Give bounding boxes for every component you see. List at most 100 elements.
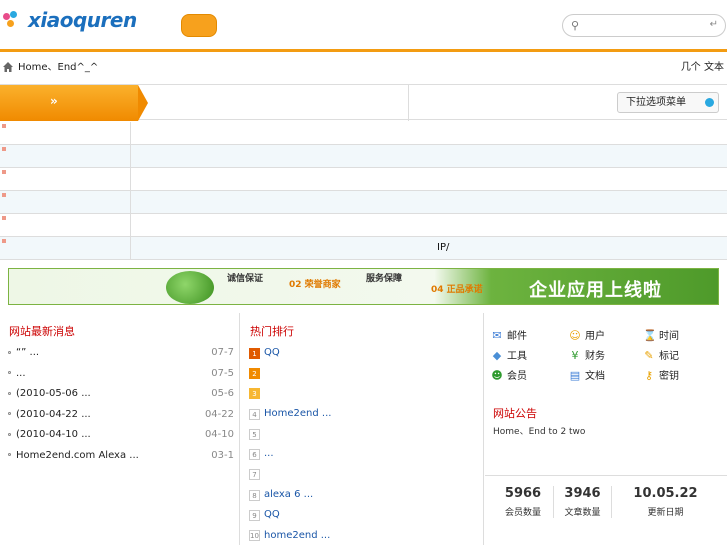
- ranking-item[interactable]: 1 QQ: [249, 343, 481, 363]
- banner-headline: 企业应用上线啦: [529, 280, 662, 301]
- banner-point-4: 04 正品承诺: [431, 285, 483, 295]
- rank-number: 9: [249, 510, 260, 522]
- tool-label: 财务: [585, 351, 605, 362]
- tool-label: 时间: [659, 331, 679, 342]
- grid-row: [0, 145, 727, 168]
- ranking-item[interactable]: 2: [249, 363, 481, 383]
- corner-marker-icon: [2, 239, 6, 243]
- row-lead: [0, 168, 131, 190]
- rank-number: 5: [249, 428, 260, 440]
- tool-item[interactable]: ✎ 标记: [643, 349, 717, 365]
- row-lead: [0, 122, 131, 144]
- user-icon: ☺: [569, 329, 581, 342]
- stat-updated: 10.05.22 更新日期: [611, 486, 719, 518]
- header-orange-button[interactable]: [181, 14, 217, 37]
- tool-item[interactable]: ✉ 邮件: [491, 329, 565, 345]
- tool-item[interactable]: ◆ 工具: [491, 349, 565, 365]
- globe-icon: [166, 271, 214, 304]
- news-item-text[interactable]: “” ...: [16, 347, 39, 358]
- tool-label: 标记: [659, 351, 679, 362]
- tool-item[interactable]: ¥ 财务: [569, 349, 643, 365]
- ranking-item[interactable]: 10 home2end ...: [249, 526, 481, 546]
- tool-item[interactable]: ⚷ 密钥: [643, 369, 717, 385]
- banner-point-2: 02 荣誉商家: [289, 280, 341, 290]
- ranking-item-text[interactable]: ...: [264, 444, 274, 464]
- tool-item[interactable]: ▤ 文档: [569, 369, 643, 385]
- rank-number: 2: [249, 367, 260, 379]
- grid-row: [0, 168, 727, 191]
- pin-icon: ✎: [644, 349, 654, 362]
- ranking-item-text[interactable]: home2end ...: [264, 526, 330, 546]
- enter-icon[interactable]: ↵: [710, 19, 718, 30]
- ranking-item-text[interactable]: alexa 6 ...: [264, 485, 313, 505]
- tab-arrow-shape: [138, 85, 148, 121]
- announcement-title: 网站公告: [493, 407, 537, 420]
- rank-number: 10: [249, 530, 260, 542]
- news-item[interactable]: (2010-04-10 ... 04-10: [8, 425, 234, 446]
- news-item[interactable]: (2010-04-22 ... 04-22: [8, 405, 234, 426]
- search-icon: ⚲: [571, 19, 580, 32]
- news-item-date: 04-10: [204, 429, 234, 440]
- category-select[interactable]: 下拉选项菜单: [617, 92, 719, 113]
- search-box[interactable]: ⚲ ↵: [562, 14, 726, 37]
- news-item-date: 04-22: [204, 408, 234, 420]
- ranking-item-text[interactable]: QQ: [264, 505, 280, 525]
- tool-item[interactable]: ⌛ 时间: [643, 329, 717, 345]
- document-icon: ▤: [569, 369, 581, 382]
- ranking-item[interactable]: 5: [249, 424, 481, 444]
- search-input[interactable]: [585, 18, 695, 33]
- notice-links[interactable]: 几个 文本: [681, 57, 724, 79]
- row-lead: [0, 214, 131, 236]
- news-item-text[interactable]: (2010-04-22 ...: [16, 409, 91, 420]
- ranking-title: 热门排行: [250, 325, 294, 338]
- key-icon: ⚷: [644, 369, 654, 382]
- ranking-item[interactable]: 9 QQ: [249, 505, 481, 525]
- row-lead: [0, 191, 131, 213]
- users-icon: ☻: [491, 369, 503, 382]
- news-item[interactable]: ... 07-5: [8, 364, 234, 385]
- site-logo[interactable]: xiaoquren: [3, 8, 137, 32]
- category-bar: » 下拉选项菜单: [0, 84, 727, 121]
- tool-item[interactable]: ☻ 会员: [491, 369, 565, 385]
- site-stats: 5966 会员数量 3946 文章数量 10.05.22 更新日期: [485, 475, 727, 530]
- yen-icon: ¥: [571, 349, 579, 362]
- row-lead: [0, 237, 131, 259]
- grid-link[interactable]: IP/: [437, 237, 449, 259]
- news-item[interactable]: Home2end.com Alexa ... 03-1: [8, 446, 234, 467]
- rank-number: 8: [249, 489, 260, 501]
- grid-row: [0, 214, 727, 237]
- ranking-item-text[interactable]: Home2end ...: [264, 404, 331, 424]
- logo-mark-icon: [3, 11, 25, 29]
- stat-label: 会员数量: [504, 508, 541, 518]
- corner-marker-icon: [2, 124, 6, 128]
- news-item-text[interactable]: ...: [16, 368, 26, 379]
- tool-label: 用户: [585, 331, 605, 342]
- news-item-date: 07-7: [211, 347, 234, 358]
- news-item[interactable]: “” ... 07-7: [8, 343, 234, 364]
- promo-banner[interactable]: 诚信保证 02 荣誉商家 服务保障 04 正品承诺 企业应用上线啦: [8, 268, 719, 305]
- tool-label: 密钥: [659, 371, 679, 382]
- ranking-item[interactable]: 4 Home2end ...: [249, 404, 481, 424]
- news-item-text[interactable]: Home2end.com Alexa ...: [16, 450, 139, 461]
- row-lead: [0, 145, 131, 167]
- ranking-item[interactable]: 7: [249, 465, 481, 485]
- ranking-item[interactable]: 8 alexa 6 ...: [249, 485, 481, 505]
- rank-number: 3: [249, 388, 260, 400]
- ranking-item-text[interactable]: QQ: [264, 343, 280, 363]
- notice-message: Home、End^_^: [18, 62, 99, 73]
- corner-marker-icon: [2, 216, 6, 220]
- news-item-text[interactable]: (2010-04-10 ...: [16, 429, 91, 440]
- bucket-icon: ◆: [492, 349, 502, 362]
- bullet-icon: [8, 391, 11, 395]
- tool-label: 文档: [585, 371, 605, 382]
- corner-marker-icon: [2, 193, 6, 197]
- ranking-item[interactable]: 3: [249, 384, 481, 404]
- news-item[interactable]: (2010-05-06 ... 05-6: [8, 384, 234, 405]
- corner-marker-icon: [2, 147, 6, 151]
- ranking-item[interactable]: 6...: [249, 444, 481, 464]
- home-icon[interactable]: [2, 61, 14, 73]
- active-category-tab[interactable]: [0, 85, 138, 121]
- news-title: 网站最新消息: [9, 325, 75, 338]
- tool-item[interactable]: ☺ 用户: [569, 329, 643, 345]
- news-item-text[interactable]: (2010-05-06 ...: [16, 388, 91, 399]
